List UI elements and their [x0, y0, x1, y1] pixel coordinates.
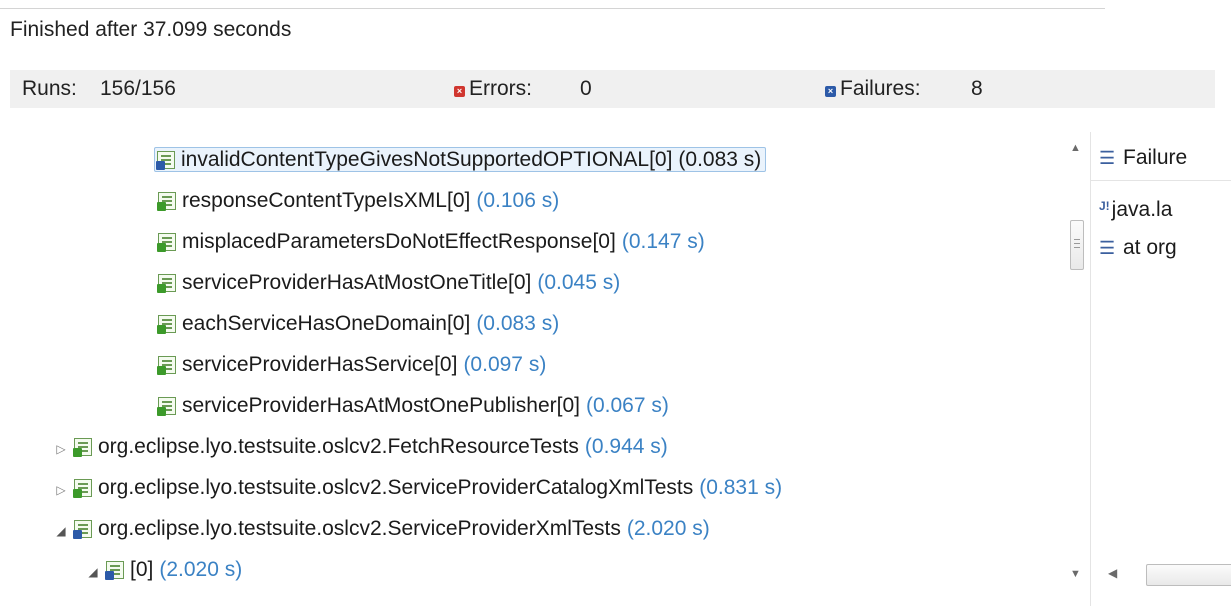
collapse-arrow-icon[interactable]: ◢ [54, 515, 68, 547]
error-icon: × [454, 86, 465, 97]
failures-stat: × Failures: 8 [825, 70, 983, 108]
test-time: (0.147 s) [621, 230, 705, 253]
failure-icon: × [825, 86, 836, 97]
test-name: serviceProviderHasAtMostOnePublisher[0] [182, 394, 580, 417]
suite-name: [0] [130, 558, 154, 581]
suite-time: (0.831 s) [699, 476, 783, 499]
test-name: serviceProviderHasAtMostOneTitle[0] [182, 271, 532, 294]
test-passed-icon [157, 356, 176, 375]
scroll-up-arrow-icon[interactable]: ▲ [1070, 142, 1081, 154]
test-name: serviceProviderHasService[0] [182, 353, 458, 376]
test-passed-icon [157, 192, 176, 211]
suite-name: org.eclipse.lyo.testsuite.oslcv2.Service… [98, 476, 694, 499]
scrollbar-thumb[interactable] [1070, 220, 1084, 270]
tree-row-test[interactable]: serviceProviderHasAtMostOneTitle[0] (0.04… [157, 267, 621, 299]
test-name: invalidContentTypeGivesNotSupportedOPTIO… [181, 148, 673, 171]
tree-row-suite[interactable]: ◢ org.eclipse.lyo.testsuite.oslcv2.Servic… [54, 513, 710, 547]
suite-passed-icon [73, 438, 92, 457]
failure-trace-title: Failure [1123, 146, 1188, 169]
test-passed-icon [157, 315, 176, 334]
scroll-left-arrow-icon[interactable]: ◀ [1108, 566, 1117, 580]
test-tree[interactable]: invalidContentTypeGivesNotSupportedOPTIO… [0, 136, 1060, 606]
tree-row-suite[interactable]: ◢ [0] (2.020 s) [86, 554, 242, 586]
failure-trace-panel: ☰ Failure J!java.la ☰ at org [1090, 132, 1231, 606]
collapse-arrow-icon[interactable]: ◢ [86, 556, 100, 588]
tree-row-test[interactable]: eachServiceHasOneDomain[0] (0.083 s) [157, 308, 560, 340]
test-failure-icon [156, 151, 175, 170]
failure-trace-header: ☰ Failure [1091, 132, 1231, 181]
suite-name: org.eclipse.lyo.testsuite.oslcv2.FetchRe… [98, 435, 579, 458]
test-time: (0.045 s) [537, 271, 621, 294]
stack-frame-icon: ☰ [1099, 238, 1116, 258]
trace-line-text: at org [1123, 236, 1177, 259]
test-time: (0.097 s) [463, 353, 547, 376]
finished-status: Finished after 37.099 seconds [10, 18, 292, 41]
test-passed-icon [157, 397, 176, 416]
tree-row-test[interactable]: serviceProviderHasService[0] (0.097 s) [157, 349, 547, 381]
test-time: (0.083 s) [476, 312, 560, 335]
stack-trace-icon: ☰ [1099, 148, 1116, 168]
runs-stat: Runs: 156/156 [22, 70, 176, 108]
test-time: (0.106 s) [476, 189, 560, 212]
tree-row-suite[interactable]: ▷ org.eclipse.lyo.testsuite.oslcv2.FetchR… [54, 431, 668, 465]
test-passed-icon [157, 233, 176, 252]
test-time: (0.083 s) [678, 148, 762, 171]
expand-arrow-icon[interactable]: ▷ [54, 433, 68, 465]
top-divider [0, 8, 1105, 9]
trace-horizontal-scrollbar[interactable]: ◀ [1098, 560, 1231, 590]
suite-time: (2.020 s) [626, 517, 710, 540]
suite-time: (0.944 s) [584, 435, 668, 458]
suite-name: org.eclipse.lyo.testsuite.oslcv2.Service… [98, 517, 621, 540]
tree-row-suite[interactable]: ▷ org.eclipse.lyo.testsuite.oslcv2.Servic… [54, 472, 782, 504]
trace-line-text: java.la [1111, 198, 1173, 221]
stats-bar: Runs: 156/156 × Errors: 0 × Failures: 8 [10, 70, 1215, 108]
test-name: eachServiceHasOneDomain[0] [182, 312, 471, 335]
runs-value: 156/156 [100, 77, 176, 100]
trace-line[interactable]: ☰ at org [1099, 232, 1177, 264]
errors-stat: × Errors: 0 [454, 70, 592, 108]
runs-label: Runs: [22, 77, 77, 100]
scroll-down-arrow-icon[interactable]: ▼ [1070, 568, 1081, 580]
errors-value: 0 [580, 77, 592, 100]
tree-row-test[interactable]: responseContentTypeIsXML[0] (0.106 s) [157, 185, 560, 217]
suite-failure-icon [73, 520, 92, 539]
trace-line[interactable]: J!java.la [1099, 190, 1172, 222]
failures-value: 8 [971, 77, 983, 100]
suite-passed-icon [73, 479, 92, 498]
test-passed-icon [157, 274, 176, 293]
test-name: responseContentTypeIsXML[0] [182, 189, 471, 212]
tree-row-test[interactable]: invalidContentTypeGivesNotSupportedOPTIO… [154, 144, 767, 176]
scrollbar-thumb[interactable] [1146, 564, 1231, 586]
expand-arrow-icon[interactable]: ▷ [54, 474, 68, 506]
tree-row-test[interactable]: serviceProviderHasAtMostOnePublisher[0] (… [157, 390, 669, 422]
java-exception-icon: J! [1099, 199, 1110, 213]
suite-failure-icon [105, 561, 124, 580]
suite-time: (2.020 s) [159, 558, 243, 581]
test-time: (0.067 s) [586, 394, 669, 417]
failures-label: Failures: [840, 77, 921, 100]
test-name: misplacedParametersDoNotEffectResponse[0… [182, 230, 616, 253]
errors-label: Errors: [469, 77, 532, 100]
tree-vertical-scrollbar[interactable]: ▲ ▼ [1067, 140, 1087, 586]
tree-row-test[interactable]: misplacedParametersDoNotEffectResponse[0… [157, 226, 705, 258]
